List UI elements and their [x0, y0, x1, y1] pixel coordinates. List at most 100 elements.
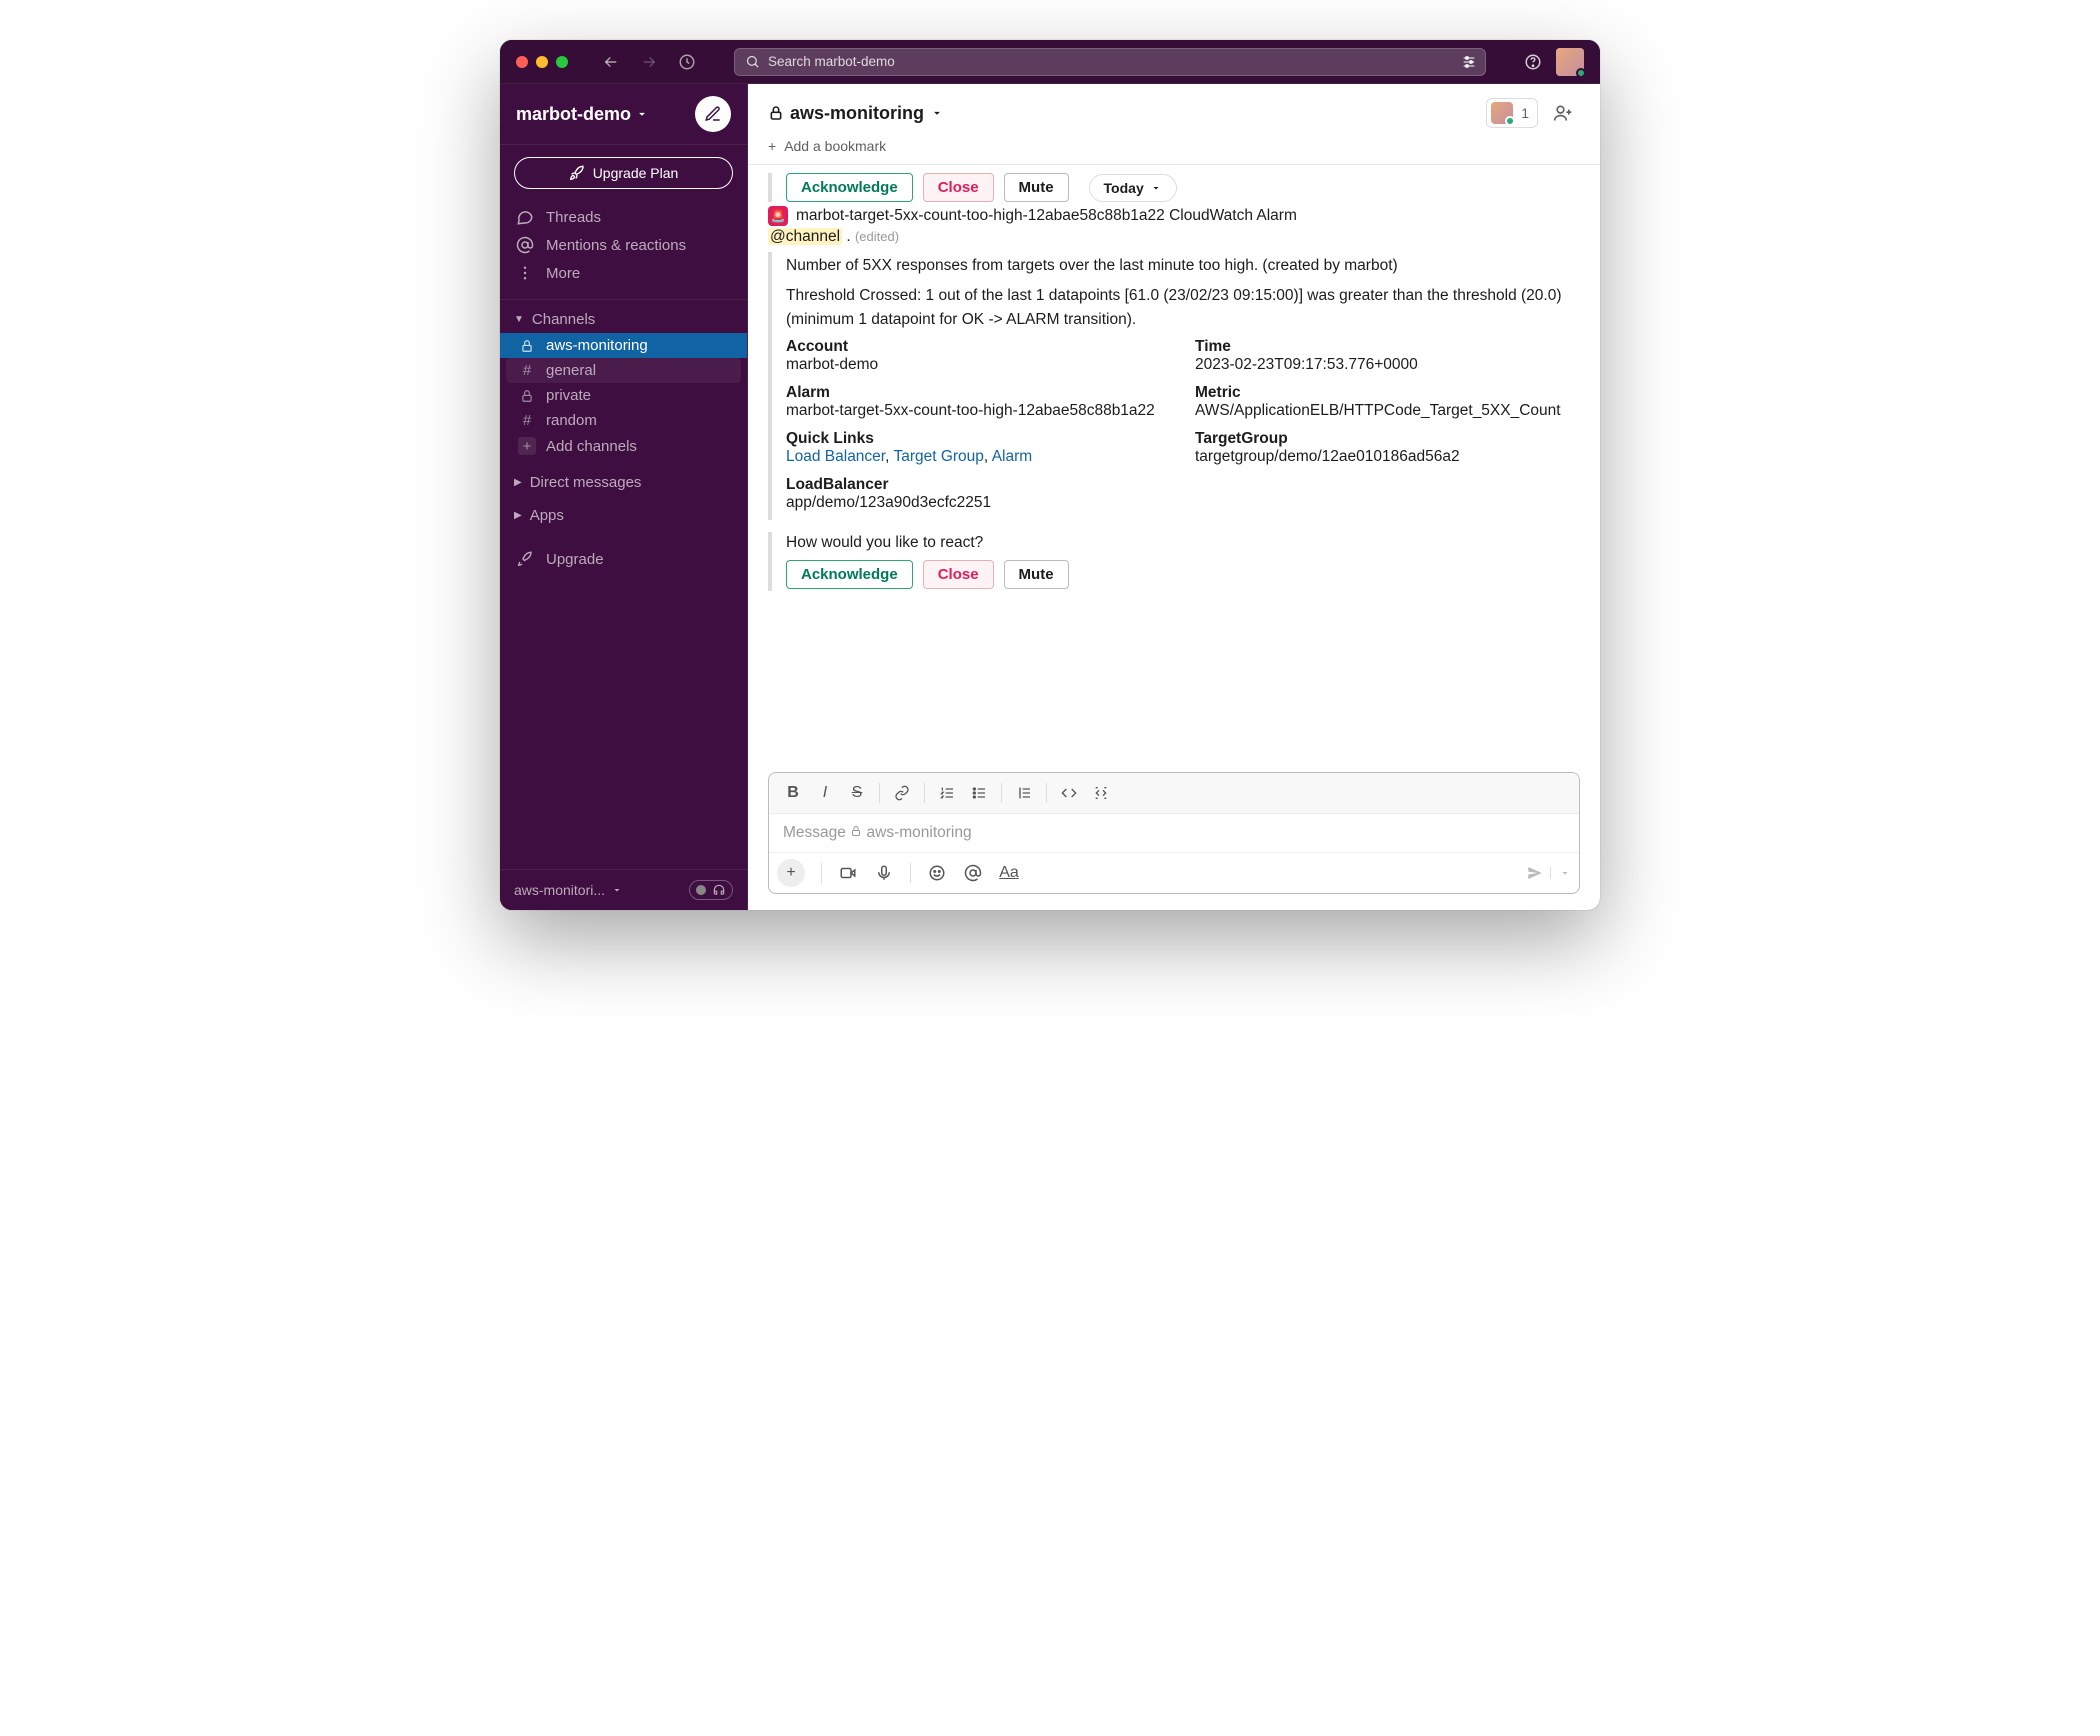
search-placeholder: Search marbot-demo [768, 54, 895, 69]
traffic-lights [516, 56, 568, 68]
workspace-switcher[interactable]: marbot-demo [516, 104, 649, 125]
audio-button[interactable] [868, 859, 900, 887]
main-panel: aws-monitoring 1 + Add a bookmark [748, 84, 1600, 910]
help-button[interactable] [1518, 47, 1548, 77]
composer: B I S Messag [768, 772, 1580, 894]
member-count-button[interactable]: 1 [1486, 98, 1538, 128]
message-list[interactable]: Acknowledge Close Mute Today 🚨 marbot [748, 165, 1600, 772]
formatting-button[interactable]: Aa [993, 859, 1025, 887]
edited-label: (edited) [855, 229, 899, 244]
history-back[interactable] [596, 47, 626, 77]
channel-title-button[interactable]: aws-monitoring [768, 103, 944, 124]
link-load-balancer[interactable]: Load Balancer [786, 448, 885, 465]
sidebar-more[interactable]: More [500, 259, 747, 287]
add-bookmark[interactable]: + Add a bookmark [748, 134, 1600, 165]
sidebar-upgrade[interactable]: Upgrade [500, 545, 747, 573]
search-filter-icon[interactable] [1461, 54, 1477, 70]
window-minimize[interactable] [536, 56, 548, 68]
link-button[interactable] [886, 779, 918, 807]
link-alarm[interactable]: Alarm [992, 448, 1032, 465]
react-prompt: How would you like to react? [786, 534, 1580, 552]
video-button[interactable] [832, 859, 864, 887]
channel-label: aws-monitoring [546, 337, 648, 354]
channel-aws-monitoring[interactable]: aws-monitoring [500, 333, 747, 358]
bullet-list-button[interactable] [963, 779, 995, 807]
plus-square-icon: + [518, 437, 536, 455]
message-input[interactable]: Message aws-monitoring [769, 814, 1579, 852]
apps-section-toggle[interactable]: ▶ Apps [500, 502, 747, 529]
link-target-group[interactable]: Target Group [893, 448, 983, 465]
lock-icon [518, 389, 536, 403]
channel-general[interactable]: # general [506, 358, 741, 383]
huddle-toggle[interactable] [689, 880, 733, 900]
channel-random[interactable]: # random [500, 408, 747, 433]
send-button[interactable] [1526, 864, 1544, 882]
caret-right-icon: ▶ [514, 510, 522, 521]
attach-button[interactable]: + [777, 859, 805, 887]
user-avatar[interactable] [1556, 48, 1584, 76]
channel-label: general [546, 362, 596, 379]
channels-section-toggle[interactable]: ▼ Channels [500, 306, 747, 333]
codeblock-button[interactable] [1085, 779, 1117, 807]
close-button[interactable]: Close [923, 173, 994, 202]
acknowledge-button[interactable]: Acknowledge [786, 560, 913, 589]
close-button[interactable]: Close [923, 560, 994, 589]
ordered-list-button[interactable] [931, 779, 963, 807]
send-options[interactable] [1550, 867, 1571, 879]
channel-title-label: aws-monitoring [790, 103, 924, 124]
channel-label: private [546, 387, 591, 404]
channel-private[interactable]: private [500, 383, 747, 408]
acknowledge-button[interactable]: Acknowledge [786, 173, 913, 202]
caret-right-icon: ▶ [514, 477, 522, 488]
apps-section-label: Apps [530, 507, 564, 524]
sidebar-footer-channel[interactable]: aws-monitori... [514, 882, 623, 898]
mute-button[interactable]: Mute [1004, 560, 1069, 589]
punct: . [846, 228, 850, 245]
add-member-button[interactable] [1546, 96, 1580, 130]
emoji-button[interactable] [921, 859, 953, 887]
dms-section-toggle[interactable]: ▶ Direct messages [500, 469, 747, 496]
field-key: Metric [1195, 384, 1580, 402]
upgrade-plan-label: Upgrade Plan [593, 165, 679, 181]
add-channels[interactable]: + Add channels [500, 433, 747, 459]
chevron-down-icon [930, 106, 944, 120]
plus-icon: + [768, 138, 776, 154]
field-value: app/demo/123a90d3ecfc2251 [786, 494, 1171, 512]
at-icon [516, 236, 534, 254]
sidebar: marbot-demo Upgrade Plan Threads Men [500, 84, 748, 910]
field-key: Quick Links [786, 430, 1171, 448]
blockquote-button[interactable] [1008, 779, 1040, 807]
dms-section-label: Direct messages [530, 474, 642, 491]
window-zoom[interactable] [556, 56, 568, 68]
workspace-name: marbot-demo [516, 104, 631, 125]
strike-button[interactable]: S [841, 779, 873, 807]
mute-button[interactable]: Mute [1004, 173, 1069, 202]
code-button[interactable] [1053, 779, 1085, 807]
window-close[interactable] [516, 56, 528, 68]
history-forward[interactable] [634, 47, 664, 77]
titlebar: Search marbot-demo [500, 40, 1600, 84]
sidebar-threads[interactable]: Threads [500, 203, 747, 231]
italic-button[interactable]: I [809, 779, 841, 807]
caret-down-icon: ▼ [514, 314, 524, 325]
upgrade-plan-button[interactable]: Upgrade Plan [514, 157, 733, 189]
field-key: Time [1195, 338, 1580, 356]
date-divider-today[interactable]: Today [1089, 174, 1177, 202]
channels-section-label: Channels [532, 311, 595, 328]
alarm-icon: 🚨 [768, 206, 788, 226]
chevron-down-icon [635, 107, 649, 121]
field-value: targetgroup/demo/12ae010186ad56a2 [1195, 448, 1580, 466]
compose-button[interactable] [695, 96, 731, 132]
message: 🚨 marbot-target-5xx-count-too-high-12aba… [768, 206, 1580, 520]
hash-icon: # [518, 412, 536, 429]
search-input[interactable]: Search marbot-demo [734, 48, 1486, 76]
sidebar-mentions[interactable]: Mentions & reactions [500, 231, 747, 259]
sidebar-label: More [546, 265, 580, 282]
mention-channel[interactable]: @channel [768, 228, 842, 245]
history-button[interactable] [672, 47, 702, 77]
sidebar-label: Threads [546, 209, 601, 226]
chevron-down-icon [1150, 182, 1162, 194]
bold-button[interactable]: B [777, 779, 809, 807]
mention-button[interactable] [957, 859, 989, 887]
hash-icon: # [518, 362, 536, 379]
